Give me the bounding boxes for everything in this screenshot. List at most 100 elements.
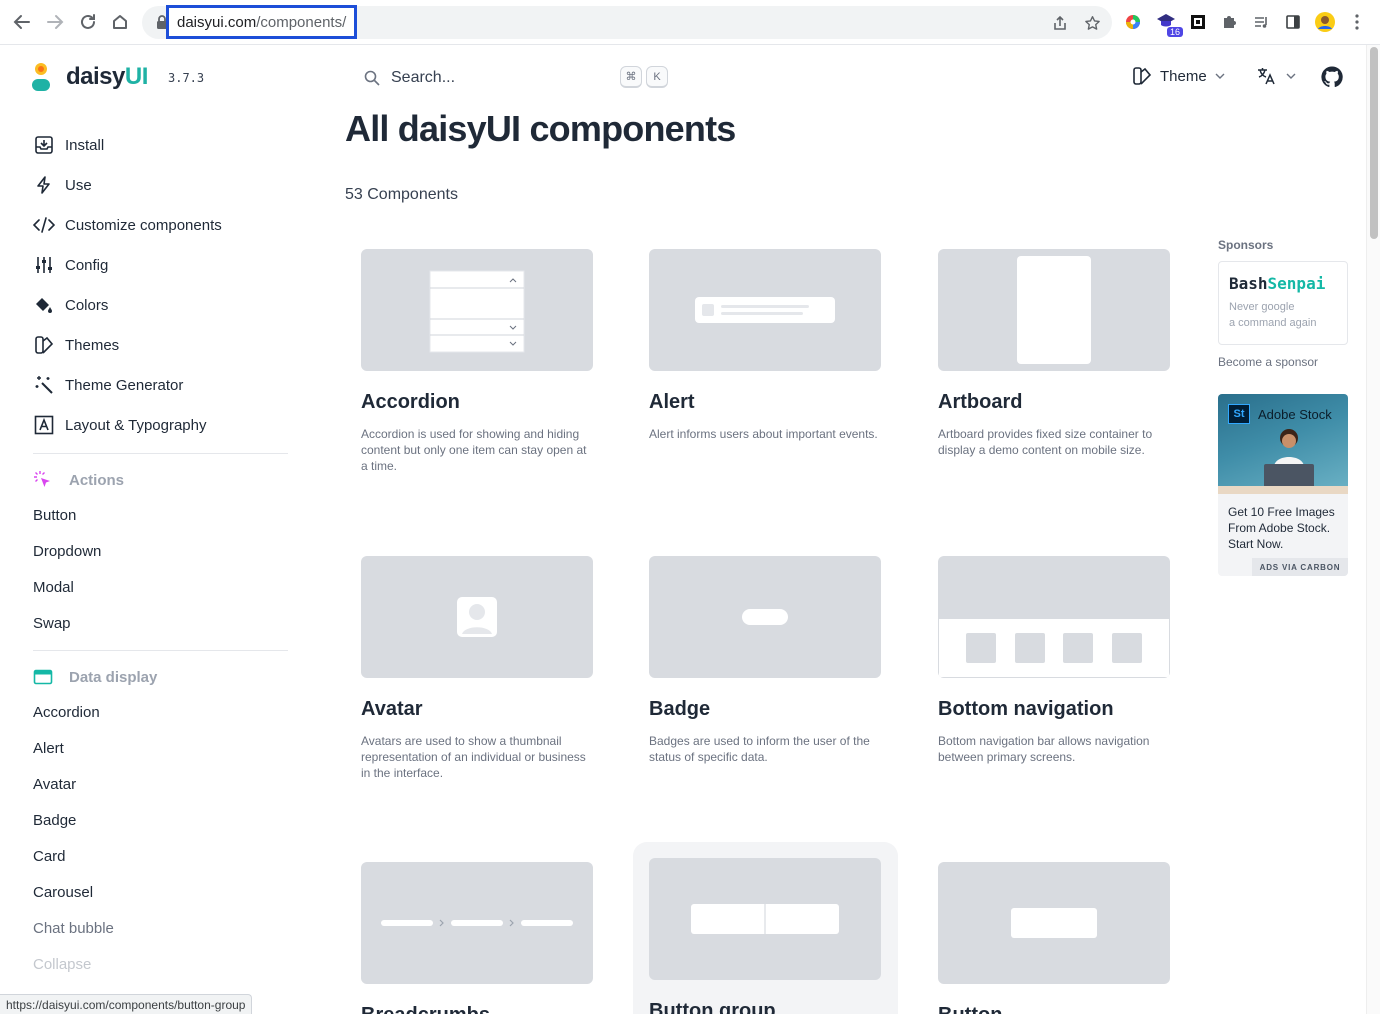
sidebar-link-swap[interactable]: Swap <box>33 615 71 632</box>
sidebar-item-label: Theme Generator <box>65 376 184 394</box>
profile-avatar-icon[interactable] <box>1314 11 1336 33</box>
side-panel-icon[interactable] <box>1282 11 1304 33</box>
ads-via-carbon-label[interactable]: ADS VIA CARBON <box>1252 558 1348 576</box>
component-card-button-group[interactable]: Button group <box>649 858 881 1014</box>
url-text[interactable]: daisyui.com/components/ <box>166 5 358 39</box>
language-dropdown-button[interactable] <box>1256 66 1296 86</box>
component-card-button[interactable]: Button <box>938 862 1170 1014</box>
component-card-breadcrumbs[interactable]: Breadcrumbs <box>361 862 593 1014</box>
sidebar-item-label: Layout & Typography <box>65 416 207 434</box>
become-sponsor-link[interactable]: Become a sponsor <box>1218 355 1318 369</box>
qr-extension-icon[interactable] <box>1187 11 1209 33</box>
card-description: Avatars are used to show a thumbnail rep… <box>361 734 586 780</box>
component-card-badge[interactable]: Badge Badges are used to inform the user… <box>649 556 881 765</box>
home-icon[interactable] <box>108 10 132 34</box>
paint-bucket-icon <box>33 294 55 316</box>
magic-wand-icon <box>33 374 55 396</box>
card-title: Accordion <box>361 391 460 413</box>
card-description: Accordion is used for showing and hiding… <box>361 427 587 473</box>
components-count: 53 Components <box>345 186 458 203</box>
window-icon <box>33 667 53 687</box>
sidebar-link-badge[interactable]: Badge <box>33 812 76 829</box>
page-scrollbar[interactable] <box>1366 45 1380 1014</box>
address-bar[interactable]: daisyui.com/components/ <box>142 5 1112 39</box>
card-title: Badge <box>649 698 711 720</box>
scrollbar-thumb[interactable] <box>1370 47 1378 239</box>
url-domain: daisyui.com <box>177 13 257 31</box>
component-card-alert[interactable]: Alert Alert informs users about importan… <box>649 249 881 442</box>
sidebar-item-install[interactable]: Install <box>33 131 104 159</box>
sidebar-divider <box>33 650 288 651</box>
link-status-bar: https://daisyui.com/components/button-gr… <box>0 994 253 1014</box>
card-description: Bottom navigation bar allows navigation … <box>938 734 1150 764</box>
card-thumbnail <box>938 556 1170 678</box>
sidebar-link-avatar[interactable]: Avatar <box>33 776 76 793</box>
version-label[interactable]: 3.7.3 <box>168 71 204 85</box>
sidebar-item-label: Customize components <box>65 216 222 234</box>
kbd-command: ⌘ <box>620 66 642 88</box>
sidebar-link-chat-bubble[interactable]: Chat bubble <box>33 920 114 937</box>
component-card-artboard[interactable]: Artboard Artboard provides fixed size co… <box>938 249 1170 458</box>
sidebar-item-colors[interactable]: Colors <box>33 291 108 319</box>
sidebar-item-theme-generator[interactable]: Theme Generator <box>33 371 183 399</box>
card-description: Alert informs users about important even… <box>649 427 878 441</box>
sidebar-link-button[interactable]: Button <box>33 507 76 524</box>
puzzle-extensions-icon[interactable] <box>1218 11 1240 33</box>
sidebar-item-themes[interactable]: Themes <box>33 331 119 359</box>
component-card-bottom-navigation[interactable]: Bottom navigation Bottom navigation bar … <box>938 556 1170 765</box>
sponsor-bashsenpai[interactable]: BashSenpai Never google a command again <box>1218 261 1348 345</box>
sidebar-link-alert[interactable]: Alert <box>33 740 64 757</box>
extension-badge: 16 <box>1166 27 1183 37</box>
carbon-ad[interactable]: St Adobe Stock Get 10 Free Images From Ad… <box>1218 394 1348 576</box>
color-wheel-extension-icon[interactable] <box>1122 11 1144 33</box>
sidebar-section-data-display: Data display <box>33 665 157 689</box>
sidebar-link-accordion[interactable]: Accordion <box>33 704 100 721</box>
card-title: Breadcrumbs <box>361 1004 593 1014</box>
chevron-down-icon <box>1286 71 1296 82</box>
sidebar-item-label: Use <box>65 176 92 194</box>
forward-icon[interactable] <box>43 10 67 34</box>
card-thumbnail <box>649 556 881 678</box>
sidebar-item-customize[interactable]: Customize components <box>33 211 222 239</box>
sidebar-section-actions: Actions <box>33 468 124 492</box>
sidebar-link-collapse[interactable]: Collapse <box>33 956 91 973</box>
browser-menu-icon[interactable] <box>1346 11 1368 33</box>
sidebar-item-layout-typography[interactable]: Layout & Typography <box>33 411 207 439</box>
search-placeholder: Search... <box>391 69 456 86</box>
card-description: Artboard provides fixed size container t… <box>938 427 1153 457</box>
sidebar-link-dropdown[interactable]: Dropdown <box>33 543 101 560</box>
sidebar-item-label: Config <box>65 256 109 274</box>
section-label: Actions <box>69 471 125 489</box>
sidebar-item-config[interactable]: Config <box>33 251 108 279</box>
code-icon <box>33 214 55 236</box>
sidebar-item-use[interactable]: Use <box>33 171 92 199</box>
bookmark-star-icon[interactable] <box>1082 13 1102 33</box>
card-thumbnail <box>938 249 1170 371</box>
reload-icon[interactable] <box>76 10 100 34</box>
bashsenpai-logo: BashSenpai <box>1229 274 1326 293</box>
section-label: Data display <box>69 668 158 686</box>
card-thumbnail <box>361 249 593 371</box>
media-controls-icon[interactable] <box>1250 11 1272 33</box>
card-title: Bottom navigation <box>938 698 1114 720</box>
kbd-k: K <box>646 66 668 88</box>
share-icon[interactable] <box>1050 13 1070 33</box>
card-title: Button <box>938 1004 1170 1014</box>
sidebar-link-card[interactable]: Card <box>33 848 66 865</box>
search-input[interactable]: Search... ⌘ K <box>362 64 672 92</box>
daisyui-logo[interactable]: daisyUI <box>30 61 148 93</box>
component-card-avatar[interactable]: Avatar Avatars are used to show a thumbn… <box>361 556 593 781</box>
back-icon[interactable] <box>10 10 34 34</box>
sidebar-link-modal[interactable]: Modal <box>33 579 74 596</box>
swatch-icon <box>33 334 55 356</box>
logo-text: daisyUI <box>66 63 148 90</box>
graduation-cap-extension-icon[interactable]: 16 <box>1155 11 1183 37</box>
github-icon[interactable] <box>1320 65 1344 89</box>
search-icon <box>362 68 382 88</box>
theme-dropdown-button[interactable]: Theme <box>1132 66 1225 86</box>
bolt-icon <box>33 174 55 196</box>
sidebar-link-carousel[interactable]: Carousel <box>33 884 93 901</box>
sliders-icon <box>33 254 55 276</box>
component-card-accordion[interactable]: Accordion Accordion is used for showing … <box>361 249 593 474</box>
page-title: All daisyUI components <box>345 108 736 149</box>
